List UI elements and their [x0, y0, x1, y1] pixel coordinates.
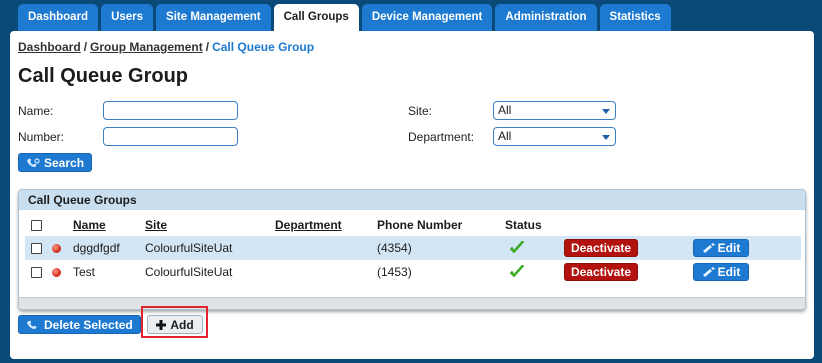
breadcrumb-separator: /: [83, 40, 88, 54]
site-select[interactable]: All: [493, 101, 616, 120]
department-select[interactable]: All: [493, 127, 616, 146]
red-status-dot-icon: [52, 267, 61, 277]
edit-button[interactable]: Edit: [693, 263, 749, 281]
number-input[interactable]: [103, 127, 238, 146]
row-select-cell: [31, 236, 42, 260]
row-name: dggdfgdf: [73, 241, 120, 255]
content-panel: Dashboard / Group Management / Call Queue Gr…: [10, 31, 814, 359]
call-queue-groups-grid: Call Queue Groups Name Site Department P…: [18, 189, 806, 310]
breadcrumb-group-management[interactable]: Group Management: [90, 40, 203, 54]
tab-administration[interactable]: Administration: [495, 4, 597, 31]
check-mark-icon: [509, 241, 525, 254]
select-all-checkbox[interactable]: [31, 219, 42, 231]
tab-dashboard[interactable]: Dashboard: [18, 4, 99, 31]
column-header-phone-number: Phone Number: [377, 218, 463, 232]
name-label: Name:: [18, 104, 54, 118]
grid-title: Call Queue Groups: [19, 190, 805, 210]
tab-device-management[interactable]: Device Management: [361, 4, 493, 31]
number-label: Number:: [18, 130, 65, 144]
deactivate-button[interactable]: Deactivate: [564, 263, 638, 281]
delete-selected-label: Delete Selected: [44, 317, 133, 332]
column-header-status: Status: [505, 218, 542, 232]
column-header-department[interactable]: Department: [275, 214, 342, 236]
edit-phone-icon: [702, 243, 715, 253]
edit-button-label: Edit: [717, 241, 741, 255]
department-label: Department:: [408, 130, 475, 144]
red-status-dot-icon: [52, 243, 61, 253]
row-phone: (4354): [377, 241, 412, 255]
tab-call-groups[interactable]: Call Groups: [273, 4, 359, 31]
delete-selected-button[interactable]: Delete Selected: [18, 315, 141, 334]
table-row[interactable]: dggdfgdf ColourfulSiteUat (4354) Deactiv…: [25, 236, 801, 260]
add-button[interactable]: Add: [147, 315, 203, 334]
breadcrumb: Dashboard / Group Management / Call Queue Gr…: [18, 40, 314, 54]
row-checkbox[interactable]: [31, 266, 42, 278]
edit-button[interactable]: Edit: [693, 239, 749, 257]
dropdown-arrow-icon: [602, 135, 610, 140]
row-status-cell: [52, 260, 61, 284]
main-tabs: Dashboard Users Site Management Call Gro…: [18, 4, 671, 31]
row-site: ColourfulSiteUat: [145, 241, 233, 255]
edit-phone-icon: [702, 267, 715, 277]
search-button-label: Search: [44, 155, 85, 170]
grid-footer-scrollbar[interactable]: [19, 297, 805, 309]
column-header-name[interactable]: Name: [73, 214, 106, 236]
phone-search-icon: [27, 157, 40, 167]
deactivate-button[interactable]: Deactivate: [564, 239, 638, 257]
select-all-cell: [31, 214, 42, 236]
site-select-value: All: [498, 103, 512, 117]
add-button-label: Add: [170, 317, 194, 332]
breadcrumb-current: Call Queue Group: [212, 40, 315, 54]
site-label: Site:: [408, 104, 433, 118]
plus-icon: [156, 319, 167, 330]
row-status: [509, 260, 525, 284]
breadcrumb-separator: /: [205, 40, 210, 54]
row-name: Test: [73, 265, 96, 279]
department-select-value: All: [498, 129, 512, 143]
row-status: [509, 236, 525, 260]
row-checkbox[interactable]: [31, 242, 42, 254]
tab-statistics[interactable]: Statistics: [599, 4, 671, 31]
table-header-row: Name Site Department Phone Number Status: [25, 214, 801, 236]
tab-users[interactable]: Users: [101, 4, 154, 31]
breadcrumb-dashboard[interactable]: Dashboard: [18, 40, 81, 54]
edit-button-label: Edit: [717, 265, 741, 279]
page-title: Call Queue Group: [18, 65, 189, 87]
name-input[interactable]: [103, 101, 238, 120]
phone-delete-icon: [27, 320, 37, 329]
tab-site-management[interactable]: Site Management: [156, 4, 271, 31]
column-header-site[interactable]: Site: [145, 214, 167, 236]
row-status-cell: [52, 236, 61, 260]
check-mark-icon: [509, 265, 525, 278]
dropdown-arrow-icon: [602, 109, 610, 114]
row-site: ColourfulSiteUat: [145, 265, 233, 279]
grid-table: Name Site Department Phone Number Status…: [25, 214, 801, 294]
row-select-cell: [31, 260, 42, 284]
table-row[interactable]: Test ColourfulSiteUat (1453) Deactivate …: [25, 260, 801, 284]
search-button[interactable]: Search: [18, 153, 93, 172]
row-phone: (1453): [377, 265, 412, 279]
